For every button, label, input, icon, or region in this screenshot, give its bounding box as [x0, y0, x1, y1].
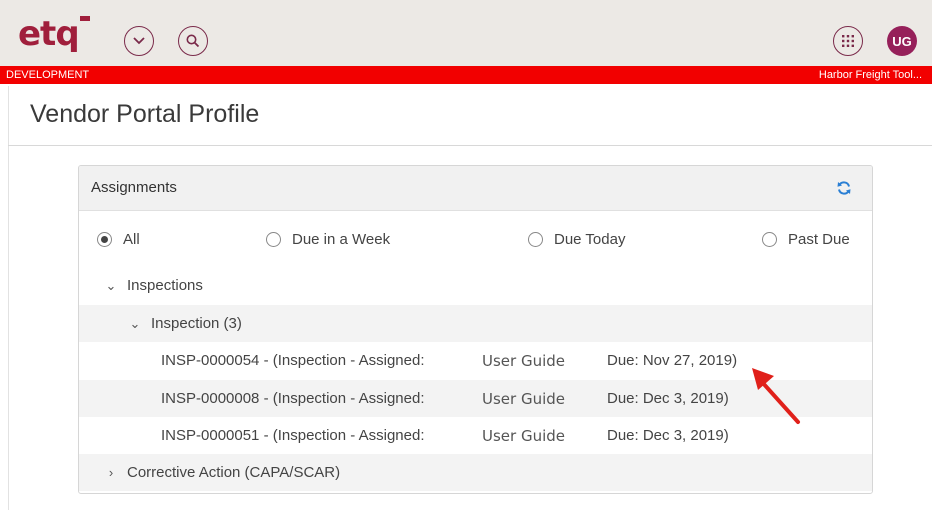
- filter-due-today-label: Due Today: [554, 231, 626, 248]
- search-icon: [186, 34, 200, 48]
- chevron-right-icon[interactable]: ›: [105, 465, 117, 480]
- tree-node-corrective-action[interactable]: › Corrective Action (CAPA/SCAR): [79, 454, 872, 491]
- red-arrow-icon: [752, 368, 800, 424]
- filter-due-today[interactable]: Due Today: [528, 231, 625, 248]
- filter-past-due[interactable]: Past Due: [762, 231, 850, 248]
- radio-due-in-a-week[interactable]: [266, 232, 281, 247]
- panel-title: Assignments: [91, 179, 177, 196]
- etq-logo[interactable]: etq: [18, 14, 80, 54]
- menu-dropdown-button[interactable]: [124, 26, 154, 56]
- tree-node-inspections-label: Inspections: [127, 277, 203, 294]
- item-id[interactable]: INSP-0000054 - (Inspection - Assigned:: [161, 352, 424, 369]
- organization-label: Harbor Freight Tool...: [818, 69, 922, 81]
- item-id[interactable]: INSP-0000008 - (Inspection - Assigned:: [161, 390, 424, 407]
- search-button[interactable]: [178, 26, 208, 56]
- refresh-button[interactable]: [834, 178, 854, 198]
- filter-due-in-a-week[interactable]: Due in a Week: [266, 231, 390, 248]
- tree-node-inspection-group[interactable]: ⌄ Inspection (3): [79, 305, 872, 342]
- filter-due-in-a-week-label: Due in a Week: [292, 231, 391, 248]
- top-nav-bar: etq UG: [0, 0, 932, 66]
- item-assignee: User Guide: [482, 351, 566, 370]
- radio-due-today[interactable]: [528, 232, 543, 247]
- filter-all[interactable]: All: [97, 231, 140, 248]
- tree-node-corrective-action-label: Corrective Action (CAPA/SCAR): [127, 464, 341, 481]
- refresh-icon: [837, 181, 851, 195]
- apps-button[interactable]: [833, 26, 863, 56]
- filter-past-due-label: Past Due: [788, 231, 850, 248]
- item-assignee: User Guide: [482, 389, 566, 408]
- item-id[interactable]: INSP-0000051 - (Inspection - Assigned:: [161, 427, 424, 444]
- left-divider: [8, 86, 9, 510]
- chevron-down-icon: [133, 37, 145, 45]
- filter-all-label: All: [123, 231, 140, 248]
- radio-past-due[interactable]: [762, 232, 777, 247]
- chevron-down-icon[interactable]: ⌄: [105, 278, 117, 294]
- tree-node-inspection-group-label: Inspection (3): [151, 315, 242, 332]
- user-avatar[interactable]: UG: [887, 26, 917, 56]
- environment-label: DEVELOPMENT: [6, 69, 90, 81]
- panel-header: Assignments: [79, 166, 872, 211]
- item-due: Due: Dec 3, 2019): [607, 427, 729, 444]
- item-due: Due: Nov 27, 2019): [607, 352, 738, 369]
- chevron-down-icon[interactable]: ⌄: [129, 316, 141, 332]
- logo-mark: [80, 16, 90, 21]
- radio-all[interactable]: [97, 232, 112, 247]
- assignments-panel: Assignments All Due in a Week Due Today …: [78, 165, 873, 494]
- title-divider: [8, 145, 932, 146]
- item-assignee: User Guide: [482, 426, 566, 445]
- tree-node-inspections[interactable]: ⌄ Inspections: [79, 267, 872, 304]
- environment-bar: DEVELOPMENT Harbor Freight Tool...: [0, 66, 932, 84]
- page-title: Vendor Portal Profile: [30, 100, 260, 128]
- item-due: Due: Dec 3, 2019): [607, 390, 729, 407]
- grid-icon: [842, 35, 854, 47]
